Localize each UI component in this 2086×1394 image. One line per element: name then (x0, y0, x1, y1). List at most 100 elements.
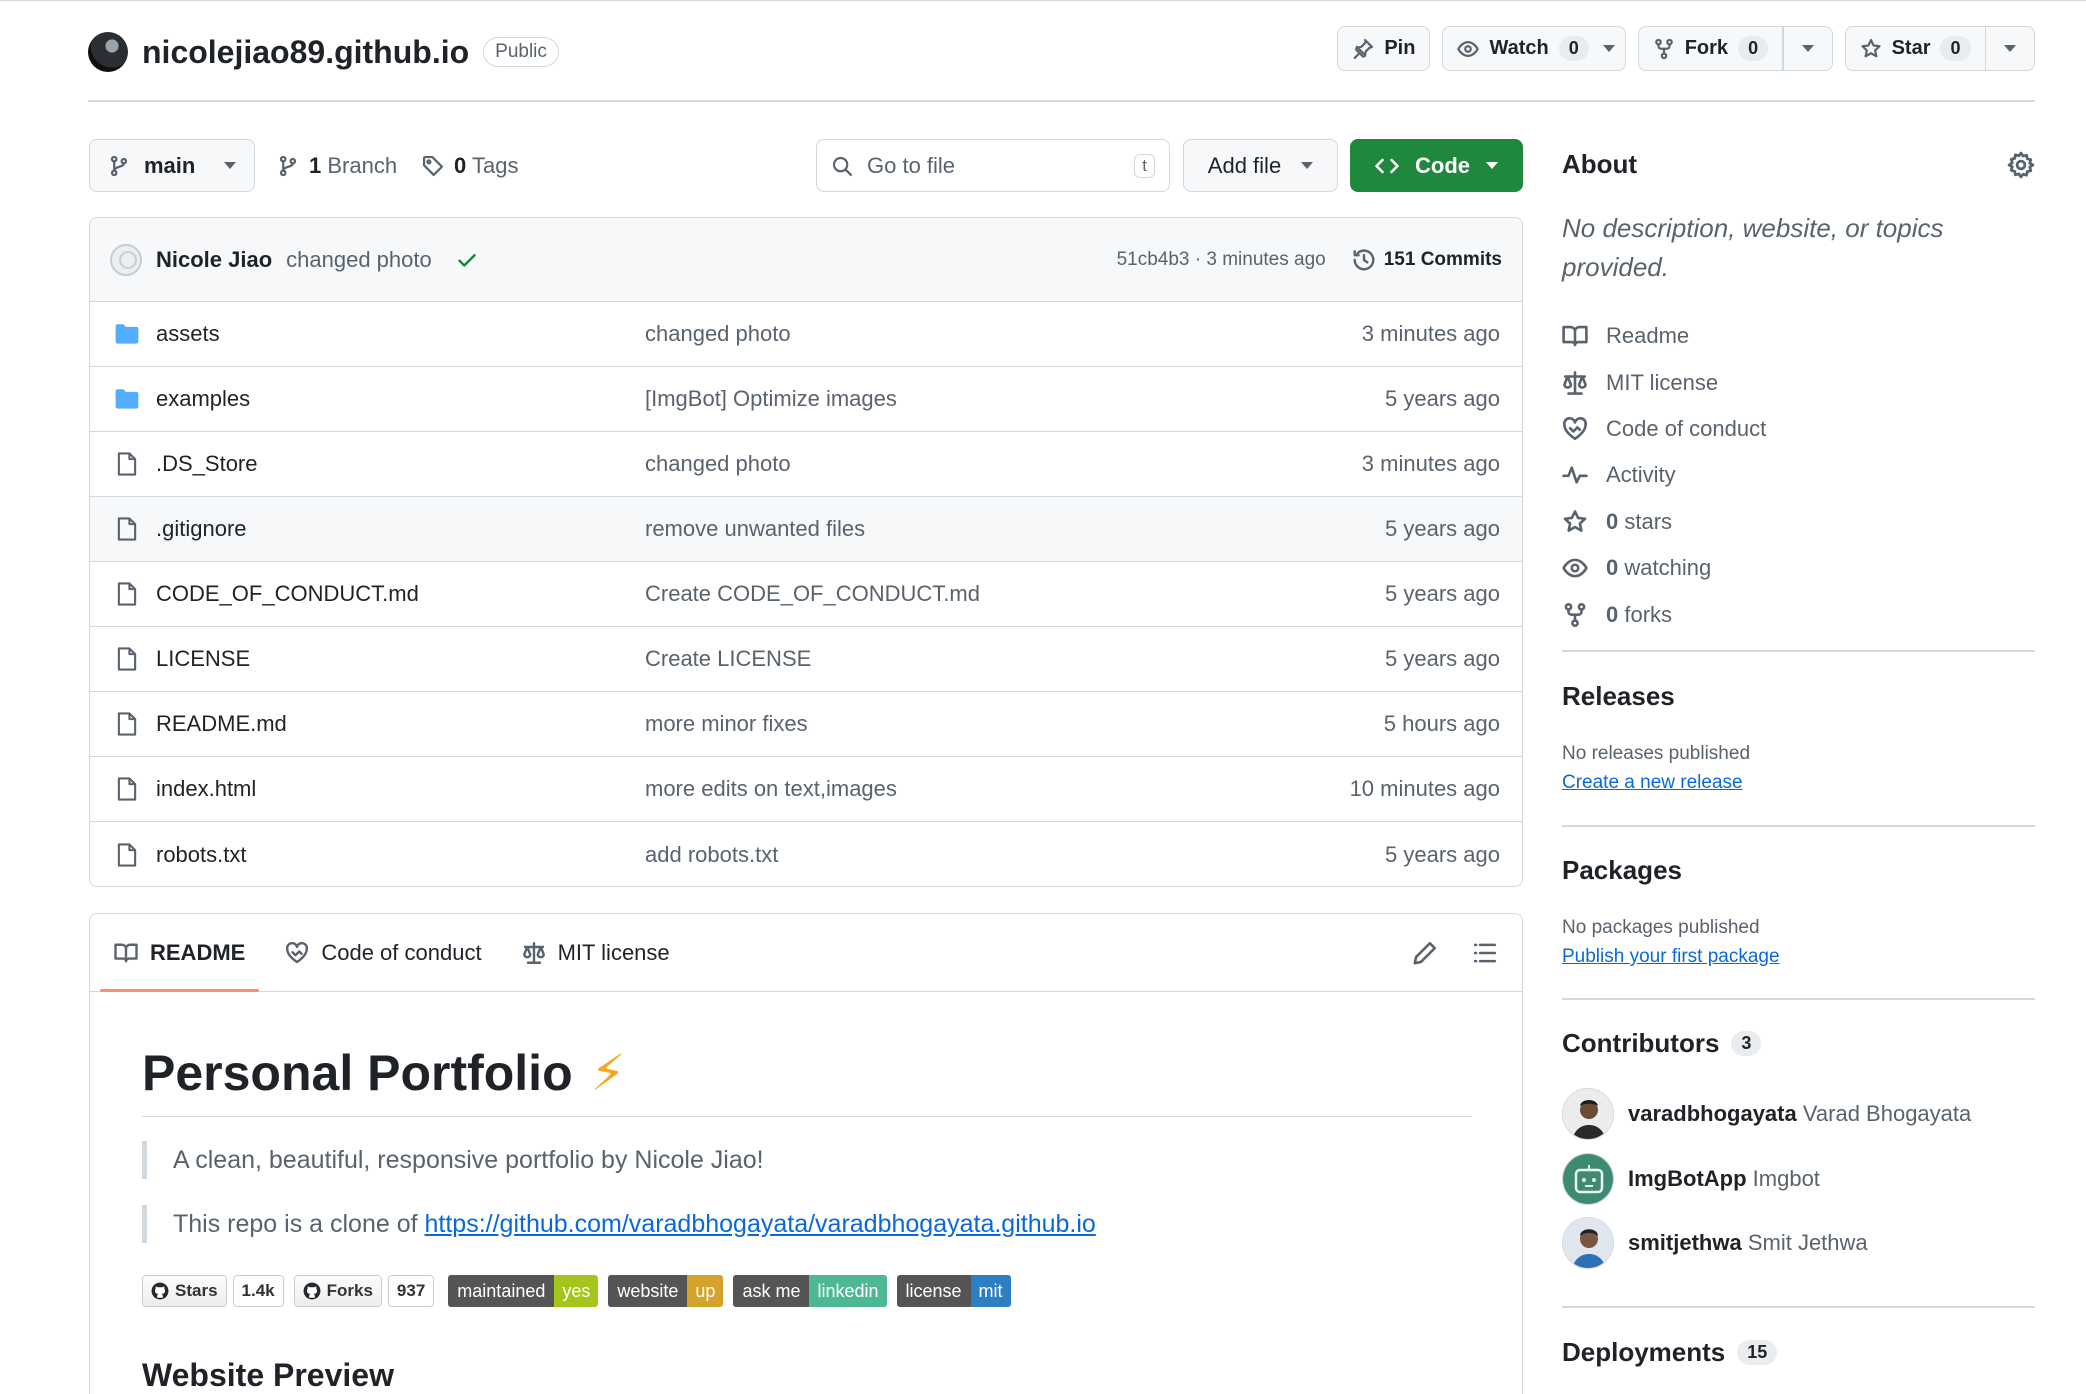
maintained-badge[interactable]: maintained yes (448, 1275, 599, 1307)
website-badge[interactable]: website up (608, 1275, 724, 1307)
forks-badge[interactable]: Forks (293, 1275, 382, 1307)
about-links: Readme MIT license Code of conduct Activ… (1562, 313, 1766, 638)
file-name-link[interactable]: index.html (156, 776, 256, 802)
file-name-link[interactable]: .gitignore (156, 516, 247, 542)
file-commit-message[interactable]: changed photo (645, 321, 1362, 347)
pencil-icon[interactable] (1412, 940, 1438, 966)
watching-link[interactable]: 0 watching (1562, 545, 1766, 591)
code-label: Code (1415, 152, 1470, 178)
file-row[interactable]: .gitignore remove unwanted files 5 years a… (90, 497, 1522, 562)
contributor-item[interactable]: varadbhogayata Varad Bhogayata (1562, 1088, 1971, 1140)
pin-button[interactable]: Pin (1337, 26, 1431, 71)
forks-link[interactable]: 0 forks (1562, 591, 1766, 637)
file-row[interactable]: index.html more edits on text,images 10 mi… (90, 757, 1522, 822)
commit-hash-time[interactable]: 51cb4b3 · 3 minutes ago (1117, 249, 1326, 271)
branch-label: Branch (327, 152, 398, 178)
ask-me-badge[interactable]: ask me linkedin (733, 1275, 887, 1307)
clone-source-link[interactable]: https://github.com/varadbhogayata/varadb… (425, 1210, 1096, 1239)
tab-code-of-conduct[interactable]: Code of conduct (285, 914, 482, 991)
watch-button[interactable]: Watch 0 (1442, 26, 1626, 71)
code-button[interactable]: Code (1350, 139, 1523, 192)
deployments-heading[interactable]: Deployments 15 (1562, 1337, 1778, 1368)
packages-heading[interactable]: Packages (1562, 855, 1682, 886)
commit-author-avatar[interactable] (110, 243, 142, 276)
repo-header: nicolejiao89.github.io Public (88, 28, 559, 76)
stars-badge[interactable]: Stars (142, 1275, 227, 1307)
file-icon (114, 842, 140, 868)
license-link[interactable]: MIT license (1562, 359, 1766, 405)
file-name-link[interactable]: assets (156, 321, 220, 347)
go-to-file-input[interactable]: Go to file t (816, 139, 1170, 192)
avatar[interactable] (1562, 1153, 1614, 1205)
star-button[interactable]: Star 0 (1844, 26, 2035, 71)
file-commit-message[interactable]: [ImgBot] Optimize images (645, 386, 1385, 412)
file-commit-message[interactable]: add robots.txt (645, 842, 1385, 868)
forks-badge-label: Forks (326, 1281, 373, 1300)
fork-dropdown[interactable] (1784, 27, 1832, 70)
check-icon[interactable] (456, 249, 478, 271)
file-commit-message[interactable]: more minor fixes (645, 711, 1384, 737)
maintained-key: maintained (448, 1275, 555, 1307)
contributor-login: ImgBotApp (1628, 1166, 1747, 1191)
file-name-link[interactable]: LICENSE (156, 646, 250, 672)
file-commit-message[interactable]: changed photo (645, 451, 1362, 477)
conduct-link[interactable]: Code of conduct (1562, 406, 1766, 452)
latest-commit-bar: Nicole Jiao changed photo 51cb4b3 · 3 mi… (90, 218, 1522, 302)
file-name-link[interactable]: robots.txt (156, 842, 246, 868)
branch-selector[interactable]: main (89, 139, 255, 192)
file-commit-message[interactable]: more edits on text,images (645, 776, 1350, 802)
conduct-link-label: Code of conduct (1606, 415, 1767, 441)
readme-link[interactable]: Readme (1562, 313, 1766, 359)
commit-author[interactable]: Nicole Jiao (156, 247, 272, 273)
commit-message[interactable]: changed photo (286, 247, 432, 273)
contributor-item[interactable]: smitjethwa Smit Jethwa (1562, 1217, 1868, 1269)
fork-button[interactable]: Fork 0 (1637, 26, 1833, 71)
stars-link[interactable]: 0 stars (1562, 499, 1766, 545)
owner-avatar[interactable] (88, 32, 128, 72)
add-file-button[interactable]: Add file (1183, 139, 1338, 192)
avatar[interactable] (1562, 1217, 1614, 1269)
outline-list-icon[interactable] (1472, 940, 1498, 966)
tab-readme[interactable]: README (99, 914, 260, 992)
stars-badge-count[interactable]: 1.4k (232, 1275, 284, 1307)
forks-badge-count[interactable]: 937 (387, 1275, 435, 1307)
file-commit-message[interactable]: Create LICENSE (645, 646, 1385, 672)
tags-link[interactable]: 0 Tags (422, 139, 518, 192)
chevron-down-icon (1486, 162, 1498, 169)
file-row[interactable]: assets changed photo 3 minutes ago (90, 302, 1522, 367)
file-name-link[interactable]: examples (156, 386, 250, 412)
file-row[interactable]: README.md more minor fixes 5 hours ago (90, 692, 1522, 757)
file-commit-message[interactable]: remove unwanted files (645, 516, 1385, 542)
file-name-link[interactable]: .DS_Store (156, 451, 258, 477)
file-row[interactable]: .DS_Store changed photo 3 minutes ago (90, 432, 1522, 497)
file-commit-message[interactable]: Create CODE_OF_CONDUCT.md (645, 581, 1385, 607)
heart-handshake-icon (1563, 416, 1587, 441)
license-badge[interactable]: license mit (896, 1275, 1011, 1307)
gear-icon[interactable] (2007, 151, 2035, 179)
tab-license-label: MIT license (557, 939, 670, 965)
contributors-heading-text: Contributors (1562, 1028, 1720, 1058)
file-row[interactable]: LICENSE Create LICENSE 5 years ago (90, 627, 1522, 692)
fork-count: 0 (1738, 36, 1769, 61)
repo-title[interactable]: nicolejiao89.github.io (142, 34, 469, 71)
file-row[interactable]: CODE_OF_CONDUCT.md Create CODE_OF_CONDUCT… (90, 562, 1522, 627)
tab-license[interactable]: MIT license (522, 914, 670, 991)
create-release-link[interactable]: Create a new release (1562, 772, 1743, 794)
activity-link[interactable]: Activity (1562, 452, 1766, 498)
file-row[interactable]: robots.txt add robots.txt 5 years ago (90, 822, 1522, 886)
commits-link[interactable]: 151 Commits (1352, 248, 1502, 272)
avatar[interactable] (1562, 1088, 1614, 1140)
contributors-heading[interactable]: Contributors 3 (1562, 1028, 1762, 1059)
stars-word: stars (1624, 508, 1673, 534)
file-name-cell: robots.txt (114, 842, 645, 868)
file-name-link[interactable]: README.md (156, 711, 287, 737)
file-row[interactable]: examples [ImgBot] Optimize images 5 years … (90, 367, 1522, 432)
file-name-link[interactable]: CODE_OF_CONDUCT.md (156, 581, 419, 607)
star-dropdown[interactable] (1986, 27, 2034, 70)
branches-link[interactable]: 1 Branch (277, 139, 397, 192)
contributor-item[interactable]: ImgBotApp Imgbot (1562, 1153, 1820, 1205)
star-label: Star (1891, 37, 1931, 59)
publish-package-link[interactable]: Publish your first package (1562, 946, 1780, 968)
file-icon (114, 516, 140, 542)
releases-heading[interactable]: Releases (1562, 681, 1675, 712)
